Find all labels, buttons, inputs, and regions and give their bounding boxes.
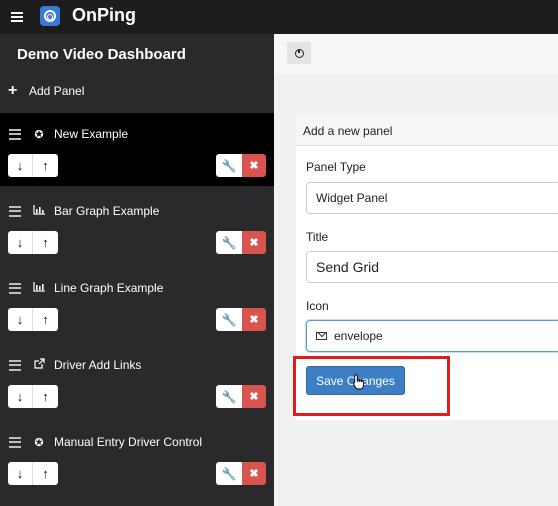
panel-item-label: Line Graph Example: [54, 281, 164, 295]
edit-wrench-button[interactable]: 🔧: [216, 308, 242, 331]
envelope-icon: [316, 331, 327, 340]
bar-chart-icon: [32, 204, 46, 218]
onping-logo-icon: [40, 6, 60, 26]
delete-button[interactable]: ✖: [242, 231, 266, 254]
add-panel-label: Add Panel: [29, 84, 85, 98]
move-up-button[interactable]: ↑: [33, 231, 58, 254]
panel-item[interactable]: Line Graph Example ↓ ↑ 🔧 ✖: [0, 267, 274, 340]
delete-button[interactable]: ✖: [242, 462, 266, 485]
panel-type-value: Widget Panel: [316, 191, 388, 205]
panel-type-select[interactable]: Widget Panel: [306, 182, 558, 214]
move-up-button[interactable]: ↑: [33, 385, 58, 408]
delete-button[interactable]: ✖: [242, 385, 266, 408]
app-title: OnPing: [72, 5, 136, 25]
move-up-button[interactable]: ↑: [33, 154, 58, 177]
top-bar: OnPing: [0, 0, 558, 34]
panel-item[interactable]: ✪ New Example ↓ ↑ 🔧 ✖: [0, 113, 274, 186]
move-up-button[interactable]: ↑: [33, 308, 58, 331]
sidebar: Demo Video Dashboard + Add Panel ✪ New E…: [0, 34, 274, 506]
move-down-button[interactable]: ↓: [8, 308, 33, 331]
widget-icon: ✪: [34, 128, 44, 141]
panel-item[interactable]: ✪ Manual Entry Driver Control ↓ ↑ 🔧 ✖: [0, 421, 274, 494]
edit-wrench-button[interactable]: 🔧: [216, 385, 242, 408]
panel-item-label: Manual Entry Driver Control: [54, 435, 203, 449]
clock-button[interactable]: [287, 42, 311, 64]
drag-handle-icon[interactable]: [9, 436, 21, 448]
line-chart-icon: [32, 281, 46, 295]
edit-wrench-button[interactable]: 🔧: [216, 231, 242, 254]
delete-button[interactable]: ✖: [242, 308, 266, 331]
icon-label: Icon: [306, 299, 329, 313]
dashboard-title: Demo Video Dashboard: [17, 46, 186, 63]
main-toolbar: [274, 34, 558, 74]
move-down-button[interactable]: ↓: [8, 231, 33, 254]
panel-item[interactable]: Bar Graph Example ↓ ↑ 🔧 ✖: [0, 190, 274, 263]
panel-type-label: Panel Type: [306, 160, 366, 174]
panel-item-label: New Example: [54, 127, 129, 141]
drag-handle-icon[interactable]: [9, 282, 21, 294]
move-up-button[interactable]: ↑: [33, 462, 58, 485]
main-content: Add a new panel Panel Type Widget Panel …: [274, 34, 558, 506]
panel-item-label: Driver Add Links: [54, 358, 142, 372]
drag-handle-icon[interactable]: [9, 205, 21, 217]
add-panel-button[interactable]: + Add Panel: [8, 82, 85, 99]
edit-wrench-button[interactable]: 🔧: [216, 462, 242, 485]
drag-handle-icon[interactable]: [9, 128, 21, 140]
highlight-box: [293, 356, 450, 416]
widget-icon: ✪: [34, 436, 44, 449]
panel-item[interactable]: Driver Add Links ↓ ↑ 🔧 ✖: [0, 344, 274, 417]
title-value: Send Grid: [316, 259, 380, 275]
title-label: Title: [306, 230, 329, 244]
panel-item-label: Bar Graph Example: [54, 204, 160, 218]
drag-handle-icon[interactable]: [9, 359, 21, 371]
form-header: Add a new panel: [296, 116, 558, 146]
external-link-icon: [32, 358, 46, 372]
icon-value: envelope: [334, 329, 383, 343]
clock-icon: [294, 48, 304, 58]
move-down-button[interactable]: ↓: [8, 154, 33, 177]
move-down-button[interactable]: ↓: [8, 385, 33, 408]
delete-button[interactable]: ✖: [242, 154, 266, 177]
pointer-cursor-icon: [353, 374, 364, 390]
title-field[interactable]: Send Grid: [306, 251, 558, 283]
icon-field[interactable]: envelope: [306, 320, 558, 352]
move-down-button[interactable]: ↓: [8, 462, 33, 485]
plus-icon: +: [8, 82, 18, 99]
edit-wrench-button[interactable]: 🔧: [216, 154, 242, 177]
menu-icon[interactable]: [11, 12, 23, 22]
